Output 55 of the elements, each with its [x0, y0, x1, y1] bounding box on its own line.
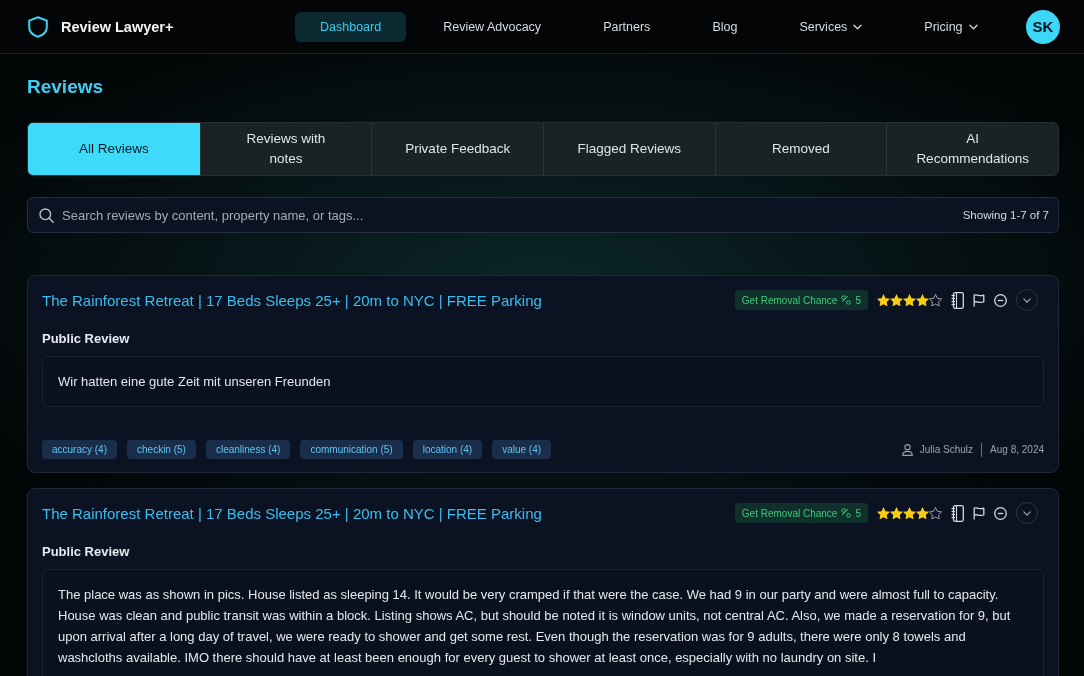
tag-chip: location (4)	[412, 440, 483, 459]
star-icon	[877, 293, 890, 307]
removal-score: 5	[855, 294, 861, 306]
shield-icon	[28, 15, 48, 38]
star-icon	[903, 293, 916, 307]
review-text: The place was as shown in pics. House listed as sleeping 14. It would be very cramped if that were the case. We had 9 in our party and were almost full to capacity. House was clean and public transit was within a block. Listing shows AC, but should be noted it is window units, not central AC. Also, we made a reservation for 9, but upon arrival after a long day of travel, we were ready to shower and get some rest. Even though the reservation was for 9 adults, there were only 8 towels and washcloths available. IMO there should have at least been enough for every guest to shower at least once, especially with no laundry on site. I	[58, 586, 1012, 667]
result-count: Showing 1-7 of 7	[962, 209, 1049, 221]
notebook-icon[interactable]	[951, 504, 964, 522]
tag-chip: checkin (5)	[127, 440, 196, 459]
removal-score: 5	[855, 507, 861, 519]
chevron-down-icon	[1023, 297, 1031, 303]
tag-chip: accuracy (4)	[42, 440, 117, 459]
nav-link[interactable]: Blog	[687, 11, 763, 42]
page-title: Reviews	[27, 75, 105, 99]
star-icon	[903, 506, 916, 520]
chevron-down-icon	[1023, 510, 1031, 516]
nav-link[interactable]: Review Advocacy	[418, 11, 567, 42]
removal-chance-button[interactable]: Get Removal Chance 5	[734, 290, 868, 310]
search-icon	[39, 207, 54, 223]
nav-link[interactable]: Pricing	[899, 11, 1003, 42]
review-text: Wir hatten eine gute Zeit mit unseren Freunden	[58, 373, 332, 391]
user-avatar[interactable]: SK	[1026, 9, 1060, 44]
star-icon	[877, 506, 890, 520]
notebook-icon[interactable]	[951, 291, 964, 309]
search-bar[interactable]: Search reviews by content, property name, or tags... Showing 1-7 of 7	[27, 197, 1059, 233]
review-date: Aug 8, 2024	[990, 444, 1044, 455]
filter-tab[interactable]: AI Recommendations	[886, 123, 1058, 175]
percent-icon	[841, 295, 852, 305]
removal-chance-button[interactable]: Get Removal Chance 5	[734, 503, 868, 523]
star-icon	[890, 293, 903, 307]
tag-chip: communication (5)	[300, 440, 403, 459]
property-title[interactable]: The Rainforest Retreat | 17 Beds Sleeps 25+ | 20m to NYC | FREE Parking	[42, 291, 735, 309]
search-field[interactable]: Search reviews by content, property name, or tags...	[62, 203, 955, 227]
star-icon	[929, 293, 942, 307]
nav-link[interactable]: Partners	[578, 11, 676, 42]
tag-chip: value (4)	[492, 440, 552, 459]
author-name: Julia Schulz	[919, 444, 974, 455]
user-icon	[901, 443, 913, 456]
minus-circle-icon[interactable]	[994, 506, 1007, 520]
filter-tab[interactable]: All Reviews	[28, 123, 200, 175]
flag-icon[interactable]	[973, 506, 985, 520]
brand-name[interactable]: Review Lawyer+	[61, 18, 174, 35]
star-icon	[929, 506, 942, 520]
star-icon	[916, 506, 929, 520]
percent-icon	[841, 508, 852, 518]
property-title[interactable]: The Rainforest Retreat | 17 Beds Sleeps 25+ | 20m to NYC | FREE Parking	[42, 504, 735, 522]
section-label: Public Review	[42, 331, 131, 347]
star-icon	[890, 506, 903, 520]
section-label: Public Review	[42, 544, 131, 560]
nav-link[interactable]: Services	[774, 11, 888, 42]
flag-icon[interactable]	[973, 293, 985, 307]
minus-circle-icon[interactable]	[994, 293, 1007, 307]
tag-chip: cleanliness (4)	[205, 440, 291, 459]
nav-link[interactable]: Dashboard	[295, 11, 407, 42]
star-icon	[916, 293, 929, 307]
